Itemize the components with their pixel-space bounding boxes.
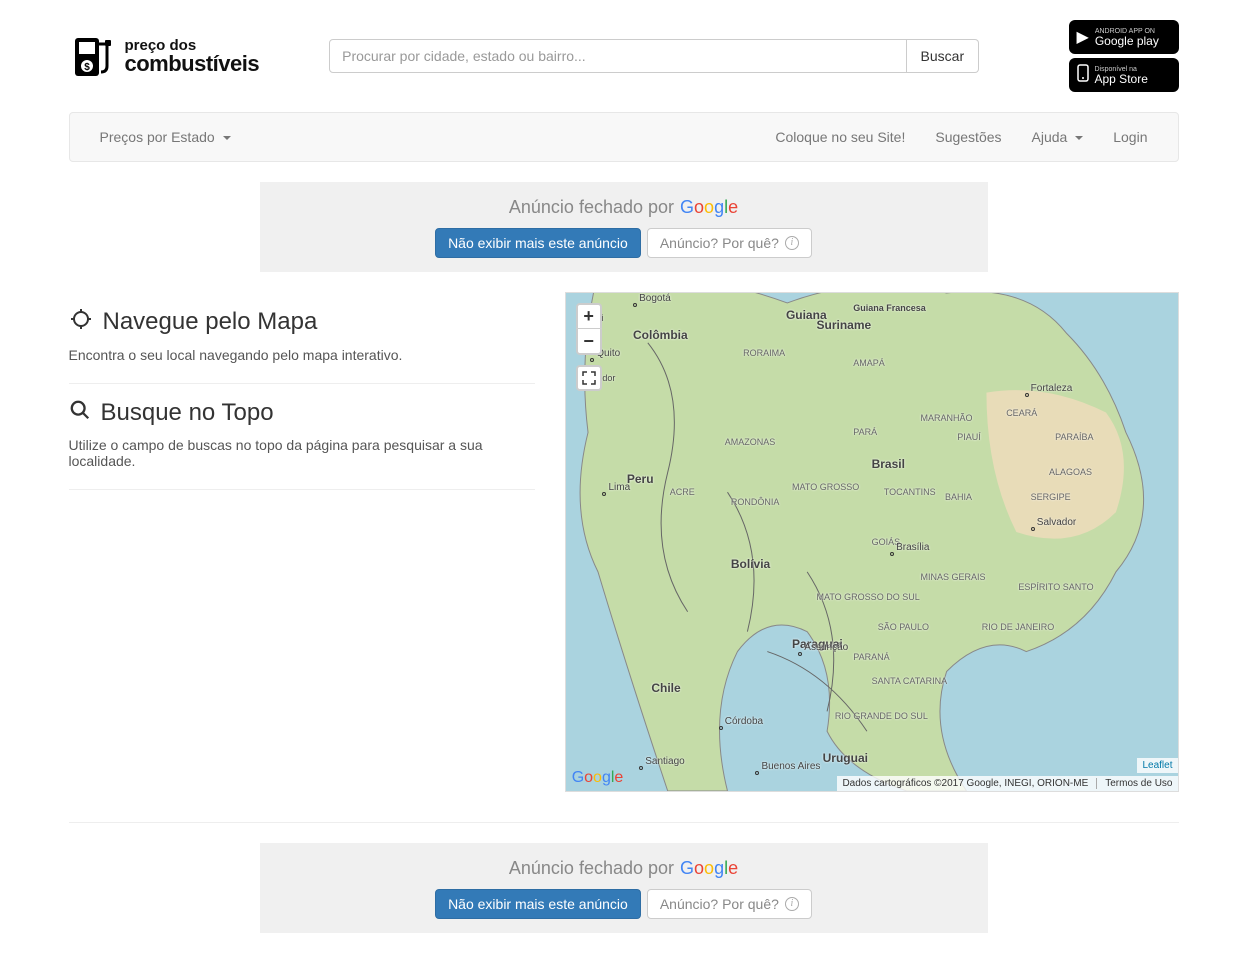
map-label: Chile xyxy=(651,681,680,695)
city-dot xyxy=(1031,527,1035,531)
chevron-down-icon xyxy=(223,136,231,140)
map-label: AMAZONAS xyxy=(725,437,776,447)
svg-text:$: $ xyxy=(84,62,90,73)
map-label: PARÁ xyxy=(853,427,877,437)
leaflet-badge[interactable]: Leaflet xyxy=(1137,758,1177,773)
map-label: TOCANTINS xyxy=(884,487,936,497)
ad-closed-text: Anúncio fechado por xyxy=(509,197,674,218)
search-button[interactable]: Buscar xyxy=(907,39,980,73)
map-label: MATO GROSSO xyxy=(792,482,859,492)
search-input[interactable] xyxy=(329,39,906,73)
phone-icon xyxy=(1077,64,1089,87)
google-map-logo: Google xyxy=(572,769,624,787)
city-label: Córdoba xyxy=(725,716,763,727)
nav-sugestoes[interactable]: Sugestões xyxy=(920,114,1016,160)
city-label: Bogotá xyxy=(639,293,671,304)
info-icon: i xyxy=(785,897,799,911)
map-label: CEARÁ xyxy=(1006,408,1037,418)
map-label: MINAS GERAIS xyxy=(921,572,986,582)
nav-precos-estado[interactable]: Preços por Estado xyxy=(85,114,246,160)
ad-stop-button[interactable]: Não exibir mais este anúncio xyxy=(435,889,641,919)
map-label: MATO GROSSO DO SUL xyxy=(817,592,920,602)
nav-coloque-site[interactable]: Coloque no seu Site! xyxy=(760,114,920,160)
city-dot xyxy=(798,652,802,656)
map-label: SÃO PAULO xyxy=(878,622,929,632)
map[interactable]: + − Google Leaflet Dados cartográficos ©… xyxy=(565,292,1179,792)
fuel-pump-icon: $ xyxy=(69,32,117,80)
city-dot xyxy=(719,726,723,730)
ad-closed-box-2: Anúncio fechado por Google Não exibir ma… xyxy=(260,843,988,933)
section-search-desc: Utilize o campo de buscas no topo da pág… xyxy=(69,437,535,469)
ad-closed-text: Anúncio fechado por xyxy=(509,858,674,879)
info-icon: i xyxy=(785,236,799,250)
city-dot xyxy=(890,552,894,556)
map-label: ACRE xyxy=(670,487,695,497)
city-label: Lima xyxy=(609,482,631,493)
map-label: Peru xyxy=(627,472,654,486)
crosshair-icon xyxy=(69,307,93,337)
divider xyxy=(69,822,1179,823)
section-map-desc: Encontra o seu local navegando pelo mapa… xyxy=(69,347,535,363)
city-label: Assunção xyxy=(804,642,848,653)
map-label: Uruguai xyxy=(823,751,868,765)
map-label: PARAÍBA xyxy=(1055,432,1093,442)
city-dot xyxy=(1025,393,1029,397)
google-logo: Google xyxy=(680,858,738,879)
map-label: ALAGOAS xyxy=(1049,467,1092,477)
map-label: Brasil xyxy=(872,457,905,471)
map-label: Guiana xyxy=(786,308,827,322)
ad-closed-box: Anúncio fechado por Google Não exibir ma… xyxy=(260,182,988,272)
app-store-badge[interactable]: Disponível na App Store xyxy=(1069,58,1179,92)
map-label: PIAUÍ xyxy=(957,432,981,442)
google-play-badge[interactable]: ▶ ANDROID APP ON Google play xyxy=(1069,20,1179,54)
map-terms-link[interactable]: Termos de Uso xyxy=(1096,778,1172,789)
nav-login[interactable]: Login xyxy=(1098,114,1162,160)
map-label: Guiana Francesa xyxy=(853,303,926,313)
ad-why-button[interactable]: Anúncio? Por quê? i xyxy=(647,228,812,258)
fullscreen-button[interactable] xyxy=(576,365,602,391)
map-label: BAHIA xyxy=(945,492,972,502)
map-label: ESPÍRITO SANTO xyxy=(1018,582,1093,592)
city-label: Salvador xyxy=(1037,517,1076,528)
search-icon xyxy=(69,399,91,427)
section-map-nav: Navegue pelo Mapa Encontra o seu local n… xyxy=(69,292,535,384)
navbar: Preços por Estado Coloque no seu Site! S… xyxy=(69,112,1179,162)
map-label: Colômbia xyxy=(633,328,688,342)
map-label: RONDÔNIA xyxy=(731,497,780,507)
google-logo: Google xyxy=(680,197,738,218)
play-icon: ▶ xyxy=(1077,27,1089,47)
logo-text-bottom: combustíveis xyxy=(125,53,260,75)
city-label: dor xyxy=(602,373,615,383)
search-group: Buscar xyxy=(329,39,979,73)
map-attribution: Dados cartográficos ©2017 Google, INEGI,… xyxy=(837,776,1177,791)
city-label: Santiago xyxy=(645,756,684,767)
city-label: Brasília xyxy=(896,542,929,553)
section-search-top: Busque no Topo Utilize o campo de buscas… xyxy=(69,384,535,490)
section-search-title: Busque no Topo xyxy=(101,399,274,427)
map-label: RIO DE JANEIRO xyxy=(982,622,1055,632)
map-label: RIO GRANDE DO SUL xyxy=(835,711,928,721)
map-label: RORAIMA xyxy=(743,348,785,358)
section-map-title: Navegue pelo Mapa xyxy=(103,308,318,336)
map-label: MARANHÃO xyxy=(921,413,973,423)
city-label: Fortaleza xyxy=(1031,383,1073,394)
map-label: PARANÁ xyxy=(853,652,889,662)
ad-stop-button[interactable]: Não exibir mais este anúncio xyxy=(435,228,641,258)
map-label: SANTA CATARINA xyxy=(872,676,948,686)
city-dot xyxy=(633,303,637,307)
map-label: SERGIPE xyxy=(1031,492,1071,502)
map-label: Bolívia xyxy=(731,557,770,571)
chevron-down-icon xyxy=(1075,136,1083,140)
zoom-out-button[interactable]: − xyxy=(576,329,602,355)
logo[interactable]: $ preço dos combustíveis xyxy=(69,32,260,80)
ad-why-button[interactable]: Anúncio? Por quê? i xyxy=(647,889,812,919)
zoom-in-button[interactable]: + xyxy=(576,303,602,329)
map-label: AMAPÁ xyxy=(853,358,885,368)
city-label: Buenos Aires xyxy=(761,761,820,772)
nav-ajuda[interactable]: Ajuda xyxy=(1017,114,1099,160)
